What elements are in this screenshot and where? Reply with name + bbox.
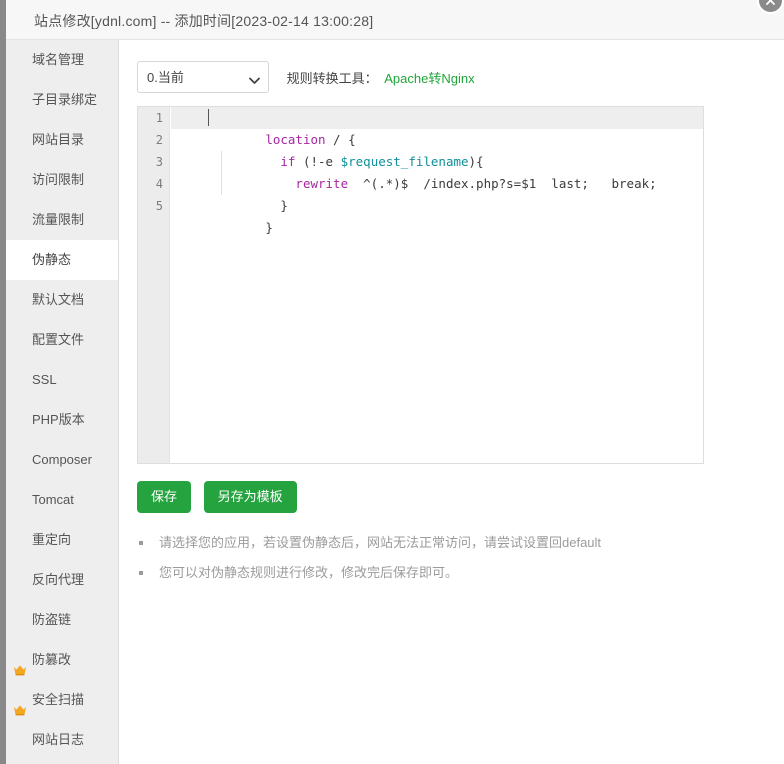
sidebar-item-ssl[interactable]: SSL [6,360,118,400]
line-number: 2 [155,133,163,147]
sidebar-item-rewrite[interactable]: 伪静态 [6,240,118,280]
code-token: / { [325,132,356,147]
convert-tool-label: 规则转换工具： [286,70,378,86]
dialog-content: 域名管理 子目录绑定 网站目录 访问限制 流量限制 伪静态 默认文档 配置文件 [6,40,784,764]
code-token: } [265,198,288,213]
save-button[interactable]: 保存 [137,481,192,513]
sidebar-item-domain-management[interactable]: 域名管理 [6,40,118,80]
sidebar-item-label: SSL [32,372,57,387]
code-token: } [265,220,273,235]
code-token: (!-e [295,154,341,169]
code-token: ){ [468,154,484,169]
sidebar-item-label: 伪静态 [32,252,72,267]
sidebar-item-tomcat[interactable]: Tomcat [6,480,118,520]
crown-icon [13,653,27,676]
dialog-title: 站点修改[ydnl.com] -- 添加时间[2023-02-14 13:00:… [34,13,374,29]
crown-icon [13,693,27,716]
hint-item: 您可以对伪静态规则进行修改，修改完后保存即可。 [137,564,737,582]
text-caret [208,109,209,126]
dialog-titlebar: 站点修改[ydnl.com] -- 添加时间[2023-02-14 13:00:… [6,0,784,40]
sidebar-item-label: 域名管理 [32,52,85,67]
close-icon[interactable] [757,0,784,14]
sidebar-item-label: 配置文件 [32,332,85,347]
line-number: 4 [155,177,163,191]
rewrite-code-editor[interactable]: 1 2 3 4 5 location / { if (!-e $request_… [137,106,704,464]
action-buttons: 保存 另存为模板 [137,481,297,513]
code-token: if [280,154,296,169]
hint-item: 请选择您的应用，若设置伪静态后，网站无法正常访问，请尝试设置回default [137,534,737,552]
sidebar-item-config-file[interactable]: 配置文件 [6,320,118,360]
sidebar-item-label: 流量限制 [32,212,85,227]
line-number: 1 [155,111,163,125]
indent-guide [221,151,222,195]
code-token: $request_filename [340,154,469,169]
bullet-icon [139,541,143,545]
sidebar-item-access-restriction[interactable]: 访问限制 [6,160,118,200]
sidebar-item-security-scan[interactable]: 安全扫描 [6,680,118,720]
hint-text: 您可以对伪静态规则进行修改，修改完后保存即可。 [159,565,459,580]
sidebar-item-label: PHP版本 [32,412,85,427]
sidebar-item-label: Composer [32,452,92,467]
hint-text: 请选择您的应用，若设置伪静态后，网站无法正常访问，请尝试设置回default [159,535,602,550]
rewrite-toolbar: 0.当前 规则转换工具： Apache转Nginx [137,61,475,93]
sidebar-item-redirect[interactable]: 重定向 [6,520,118,560]
sidebar-item-label: 安全扫描 [32,692,85,707]
sidebar-item-label: 网站目录 [32,132,85,147]
sidebar-item-label: 重定向 [32,532,72,547]
code-token: location [265,132,326,147]
sidebar-item-hotlink-protection[interactable]: 防盗链 [6,600,118,640]
site-edit-dialog: 站点修改[ydnl.com] -- 添加时间[2023-02-14 13:00:… [6,0,784,764]
sidebar-item-php-version[interactable]: PHP版本 [6,400,118,440]
rewrite-rule-select[interactable]: 0.当前 [137,61,269,93]
sidebar-item-label: 子目录绑定 [32,92,98,107]
line-number: 3 [155,155,163,169]
sidebar-item-label: 防篡改 [32,652,72,667]
sidebar: 域名管理 子目录绑定 网站目录 访问限制 流量限制 伪静态 默认文档 配置文件 [6,40,119,764]
sidebar-item-label: 反向代理 [32,572,85,587]
save-as-template-button[interactable]: 另存为模板 [203,481,297,513]
sidebar-item-reverse-proxy[interactable]: 反向代理 [6,560,118,600]
sidebar-item-label: 网站日志 [32,732,85,747]
code-token: ^(.*)$ /index.php?s=$1 last; break; [348,176,657,191]
sidebar-item-label: 防盗链 [32,612,72,627]
line-number: 5 [155,199,163,213]
sidebar-item-label: 默认文档 [32,292,85,307]
sidebar-item-anti-tamper[interactable]: 防篡改 [6,640,118,680]
sidebar-item-label: 访问限制 [32,172,85,187]
sidebar-item-traffic-limit[interactable]: 流量限制 [6,200,118,240]
bullet-icon [139,571,143,575]
sidebar-item-composer[interactable]: Composer [6,440,118,480]
code-line[interactable]: location / { [171,107,703,147]
editor-line-number-gutter: 1 2 3 4 5 [138,107,170,463]
editor-code-area[interactable]: location / { if (!-e $request_filename){… [171,107,703,463]
main-panel: 0.当前 规则转换工具： Apache转Nginx 1 2 3 4 5 loca… [120,40,784,764]
hint-list: 请选择您的应用，若设置伪静态后，网站无法正常访问，请尝试设置回default 您… [137,534,737,594]
sidebar-item-website-log[interactable]: 网站日志 [6,720,118,760]
page-edge-strip [0,0,6,764]
sidebar-item-website-directory[interactable]: 网站目录 [6,120,118,160]
sidebar-item-subdirectory-binding[interactable]: 子目录绑定 [6,80,118,120]
sidebar-item-default-document[interactable]: 默认文档 [6,280,118,320]
code-token: rewrite [295,176,349,191]
sidebar-item-label: Tomcat [32,492,74,507]
apache-to-nginx-link[interactable]: Apache转Nginx [384,68,474,87]
app-select-wrapper: 0.当前 [137,61,269,93]
